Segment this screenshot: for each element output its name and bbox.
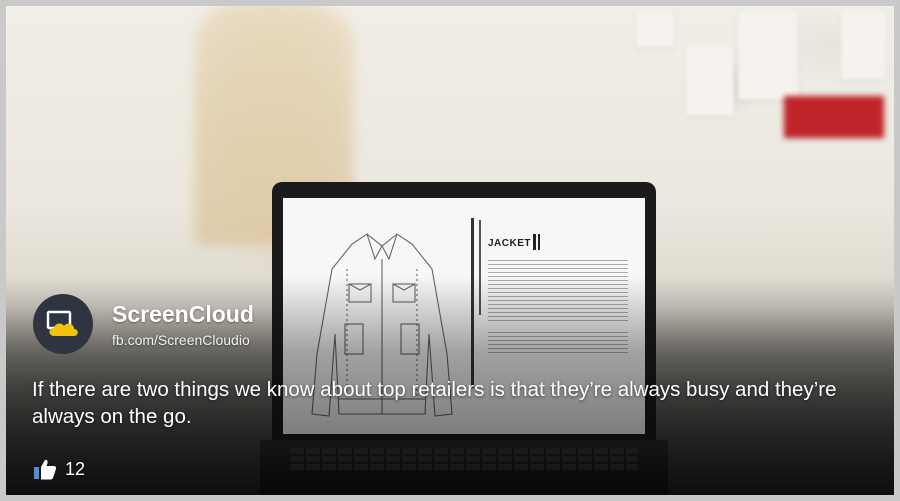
wall-note: [686, 46, 734, 116]
thumbs-up-icon: [34, 459, 57, 480]
brand-handle[interactable]: fb.com/ScreenCloudio: [112, 332, 250, 348]
like-count: 12: [65, 458, 86, 479]
wall-note: [636, 12, 674, 48]
screencloud-logo-icon: [46, 310, 78, 336]
post-text: If there are two things we know about to…: [32, 378, 837, 428]
like-counter[interactable]: 12: [33, 458, 85, 480]
social-post-frame: JACKET ScreenCloud fb.com/ScreenCloudio …: [0, 0, 900, 501]
wall-note: [784, 96, 884, 138]
wall-note: [738, 12, 798, 100]
wall-note: [841, 10, 886, 80]
screen-mark: [533, 234, 536, 250]
social-post-card: JACKET ScreenCloud fb.com/ScreenCloudio …: [6, 6, 894, 495]
screen-title: JACKET: [488, 238, 532, 249]
brand-avatar[interactable]: [33, 294, 93, 354]
brand-name[interactable]: ScreenCloud: [112, 301, 254, 328]
screen-mark: [538, 234, 540, 250]
